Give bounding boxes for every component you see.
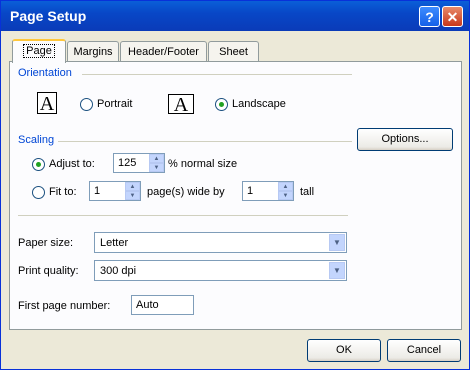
adjust-to-value[interactable]: 125: [118, 157, 136, 169]
fit-wide-arrows: ▲ ▼: [125, 182, 140, 200]
first-page-number-value[interactable]: Auto: [136, 299, 159, 311]
adjust-to-stepper[interactable]: 125 ▲ ▼: [113, 153, 165, 173]
chevron-down-icon[interactable]: ▼: [329, 234, 345, 251]
page-tab-panel: Orientation A Portrait A Landscape Scali…: [9, 61, 462, 330]
portrait-page-icon: A: [37, 92, 57, 115]
fit-wide-stepper[interactable]: 1 ▲ ▼: [89, 181, 141, 201]
title-bar[interactable]: Page Setup ? ✕: [1, 1, 469, 31]
fit-tall-suffix: tall: [300, 186, 315, 198]
spin-up-icon[interactable]: ▲: [125, 182, 140, 191]
landscape-radio[interactable]: [215, 98, 228, 111]
spin-down-icon[interactable]: ▼: [125, 191, 140, 200]
scaling-divider: [58, 141, 352, 142]
paper-size-value[interactable]: Letter: [100, 237, 128, 249]
fit-to-label[interactable]: Fit to:: [49, 186, 77, 198]
tab-page-label: Page: [23, 44, 55, 58]
first-page-number-input[interactable]: Auto: [131, 295, 194, 315]
orientation-group-label: Orientation: [18, 67, 72, 79]
cancel-button[interactable]: Cancel: [387, 339, 461, 362]
close-icon[interactable]: ✕: [442, 6, 463, 27]
orientation-divider: [82, 74, 352, 75]
spin-down-icon[interactable]: ▼: [278, 191, 293, 200]
portrait-label[interactable]: Portrait: [97, 98, 132, 110]
options-button[interactable]: Options...: [357, 128, 453, 151]
ok-button[interactable]: OK: [307, 339, 381, 362]
adjust-to-radio[interactable]: [32, 158, 45, 171]
dialog-title: Page Setup: [10, 8, 87, 24]
adjust-to-suffix: % normal size: [168, 158, 238, 170]
paper-size-label: Paper size:: [18, 237, 74, 249]
spin-down-icon[interactable]: ▼: [149, 163, 164, 172]
first-page-number-label: First page number:: [18, 300, 111, 312]
print-quality-value[interactable]: 300 dpi: [100, 265, 136, 277]
adjust-to-arrows: ▲ ▼: [149, 154, 164, 172]
page-setup-dialog: Page Setup ? ✕ Page Margins Header/Foote…: [0, 0, 470, 370]
print-quality-label: Print quality:: [18, 265, 79, 277]
fit-tall-arrows: ▲ ▼: [278, 182, 293, 200]
landscape-label[interactable]: Landscape: [232, 98, 286, 110]
chevron-down-icon[interactable]: ▼: [329, 262, 345, 279]
landscape-page-icon: A: [168, 94, 194, 115]
tab-sheet[interactable]: Sheet: [208, 41, 259, 61]
paper-size-select[interactable]: Letter ▼: [94, 232, 347, 253]
fit-tall-stepper[interactable]: 1 ▲ ▼: [242, 181, 294, 201]
tab-header-footer[interactable]: Header/Footer: [120, 41, 207, 61]
scaling-bottom-divider: [18, 215, 348, 216]
fit-wide-value[interactable]: 1: [94, 185, 100, 197]
portrait-radio[interactable]: [80, 98, 93, 111]
spin-up-icon[interactable]: ▲: [278, 182, 293, 191]
tab-page[interactable]: Page: [12, 39, 66, 63]
fit-wide-suffix: page(s) wide by: [147, 186, 225, 198]
fit-to-radio[interactable]: [32, 186, 45, 199]
scaling-group-label: Scaling: [18, 134, 55, 146]
tab-margins[interactable]: Margins: [67, 41, 119, 61]
help-icon[interactable]: ?: [419, 6, 440, 27]
adjust-to-label[interactable]: Adjust to:: [49, 158, 95, 170]
spin-up-icon[interactable]: ▲: [149, 154, 164, 163]
fit-tall-value[interactable]: 1: [247, 185, 253, 197]
print-quality-select[interactable]: 300 dpi ▼: [94, 260, 347, 281]
